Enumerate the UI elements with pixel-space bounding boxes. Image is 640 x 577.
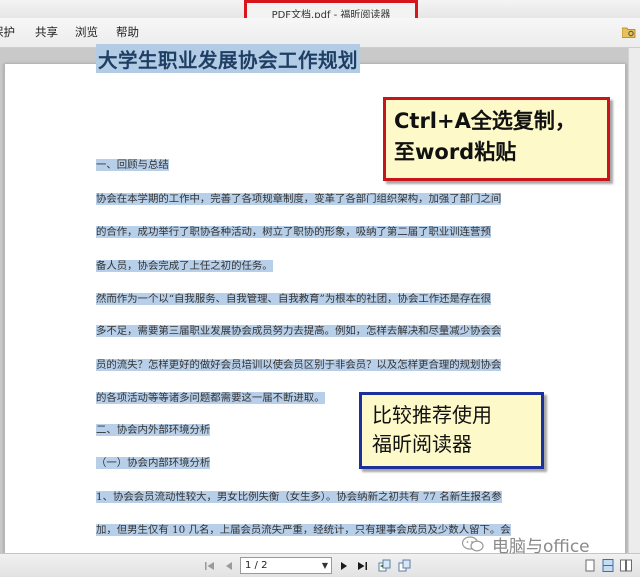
copy-tip-line2: 至word粘贴 (394, 140, 517, 164)
page-number-input[interactable]: 1 / 2 ▼ (240, 557, 332, 574)
continuous-view-icon[interactable] (602, 559, 614, 572)
doc-line-5: 然而作为一个以“自我服务、自我管理、自我教育”为根本的社团，协会工作还是存在很 (96, 293, 492, 305)
doc-line-10: （一）协会内部环境分析 (96, 457, 211, 469)
doc-line-2: 协会在本学期的工作中，完善了各项规章制度，变革了各部门组织架构，加强了部门之间 (96, 193, 502, 205)
doc-line-8: 的各项活动等等诸多问题都需要这一届不断进取。 (96, 392, 325, 404)
watermark: 电脑与office (462, 532, 590, 557)
menu-help[interactable]: 帮助 (116, 24, 139, 40)
menu-view[interactable]: 浏览 (75, 24, 98, 40)
menu-protect[interactable]: 保护 (0, 24, 15, 40)
last-page-icon[interactable] (355, 559, 369, 573)
doc-line-4: 备人员，协会完成了上任之初的任务。 (96, 260, 273, 272)
doc-line-12: 加，但男生仅有 10 几名，上届会员流失严重，经统计，只有理事会成员及少数人留下… (96, 524, 511, 536)
doc-line-3: 的合作，成功举行了职协各种活动，树立了职协的形象，吸纳了第二届了职业训连营预 (96, 226, 491, 238)
wechat-icon (462, 536, 484, 552)
copy-tip-callout: Ctrl+A全选复制， 至word粘贴 (383, 97, 610, 181)
first-page-icon[interactable] (203, 559, 217, 573)
page-dropdown-icon[interactable]: ▼ (322, 558, 328, 573)
menu-share[interactable]: 共享 (35, 24, 58, 40)
doc-line-7: 员的流失？怎样更好的做好会员培训以使会员区别于非会员？以及怎样更合理的规划协会 (96, 359, 502, 371)
watermark-text: 电脑与office (492, 536, 590, 557)
document-title: 大学生职业发展协会工作规划 (96, 44, 361, 73)
doc-line-1: 一、回顾与总结 (96, 159, 169, 171)
copy-tip-line1: Ctrl+A全选复制， (394, 109, 576, 133)
single-page-view-icon[interactable] (584, 559, 596, 572)
status-bar: 1 / 2 ▼ (0, 553, 640, 577)
recommend-line2: 福昕阅读器 (372, 432, 472, 456)
doc-line-9: 二、协会内外部环境分析 (96, 424, 211, 436)
next-view-icon[interactable] (398, 559, 412, 573)
next-page-icon[interactable] (337, 559, 351, 573)
open-folder-icon[interactable] (622, 27, 636, 38)
recommend-callout: 比较推荐使用 福昕阅读器 (359, 392, 544, 469)
previous-page-icon[interactable] (222, 559, 236, 573)
vertical-scrollbar[interactable] (628, 48, 640, 553)
recommend-line1: 比较推荐使用 (372, 403, 492, 427)
previous-view-icon[interactable] (378, 559, 392, 573)
doc-line-6: 多不足，需要第三届职业发展协会成员努力去提高。例如，怎样去解决和尽量减少协会会 (96, 325, 502, 337)
page-indicator: 1 / 2 (245, 560, 268, 571)
facing-view-icon[interactable] (620, 559, 632, 572)
doc-line-11: 1、协会会员流动性较大，男女比例失衡（女生多）。协会纳新之初共有 77 名新生报… (96, 491, 502, 503)
